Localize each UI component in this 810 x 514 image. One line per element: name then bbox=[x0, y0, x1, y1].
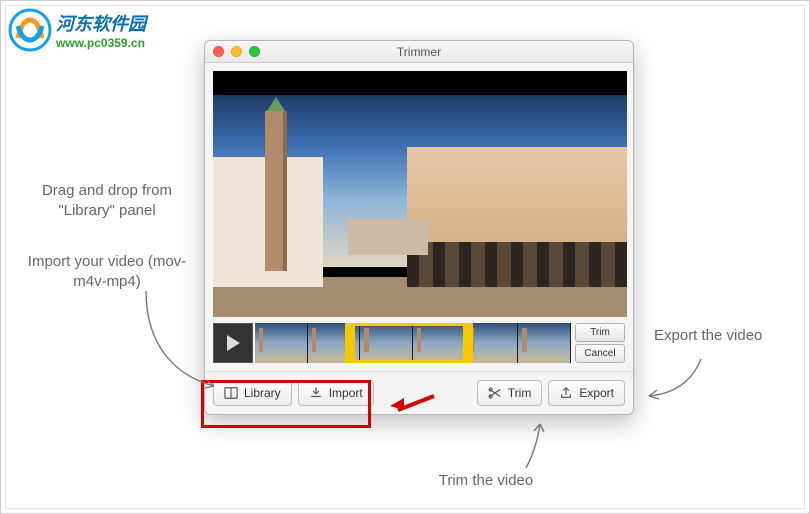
window-title: Trimmer bbox=[205, 45, 633, 59]
trim-icon bbox=[488, 386, 502, 400]
timeline-thumb bbox=[413, 323, 466, 363]
titlebar[interactable]: Trimmer bbox=[205, 41, 633, 63]
import-button[interactable]: Import bbox=[298, 380, 374, 406]
watermark-url: www.pc0359.cn bbox=[56, 36, 146, 50]
watermark: 河东软件园 www.pc0359.cn bbox=[8, 8, 146, 52]
library-label: Library bbox=[244, 386, 281, 400]
play-button[interactable] bbox=[213, 323, 253, 363]
trim-label: Trim bbox=[508, 386, 532, 400]
app-window: Trimmer bbox=[204, 40, 634, 415]
trim-confirm-button[interactable]: Trim bbox=[575, 323, 625, 342]
annotation-export-hint: Export the video bbox=[654, 326, 804, 346]
timeline-thumb bbox=[466, 323, 519, 363]
annotation-drag-drop: Drag and drop from "Library" panel bbox=[22, 181, 192, 222]
export-label: Export bbox=[579, 386, 614, 400]
timeline-thumb bbox=[518, 323, 571, 363]
timeline-thumb bbox=[360, 323, 413, 363]
import-icon bbox=[309, 386, 323, 400]
export-button[interactable]: Export bbox=[548, 380, 625, 406]
annotation-arrow-bottom-icon bbox=[506, 418, 566, 473]
annotation-import-hint: Import your video (mov-m4v-mp4) bbox=[22, 252, 192, 293]
video-area bbox=[205, 63, 633, 317]
watermark-title: 河东软件园 bbox=[56, 10, 146, 36]
export-icon bbox=[559, 386, 573, 400]
red-arrow-icon bbox=[386, 394, 436, 414]
trim-cancel-button[interactable]: Cancel bbox=[575, 344, 625, 363]
site-logo-icon bbox=[8, 8, 52, 52]
trim-button[interactable]: Trim bbox=[477, 380, 543, 406]
page-background: 河东软件园 www.pc0359.cn Trimmer bbox=[5, 5, 805, 509]
annotation-trim-hint: Trim the video bbox=[386, 471, 586, 491]
play-icon bbox=[227, 335, 240, 351]
library-icon bbox=[224, 386, 238, 400]
timeline-thumb bbox=[308, 323, 361, 363]
timeline-strip[interactable] bbox=[255, 323, 571, 363]
import-label: Import bbox=[329, 386, 363, 400]
video-preview[interactable] bbox=[213, 71, 627, 317]
timeline-thumb bbox=[255, 323, 308, 363]
timeline-row: Trim Cancel bbox=[205, 317, 633, 371]
library-button[interactable]: Library bbox=[213, 380, 292, 406]
annotation-arrow-right-icon bbox=[641, 354, 711, 404]
